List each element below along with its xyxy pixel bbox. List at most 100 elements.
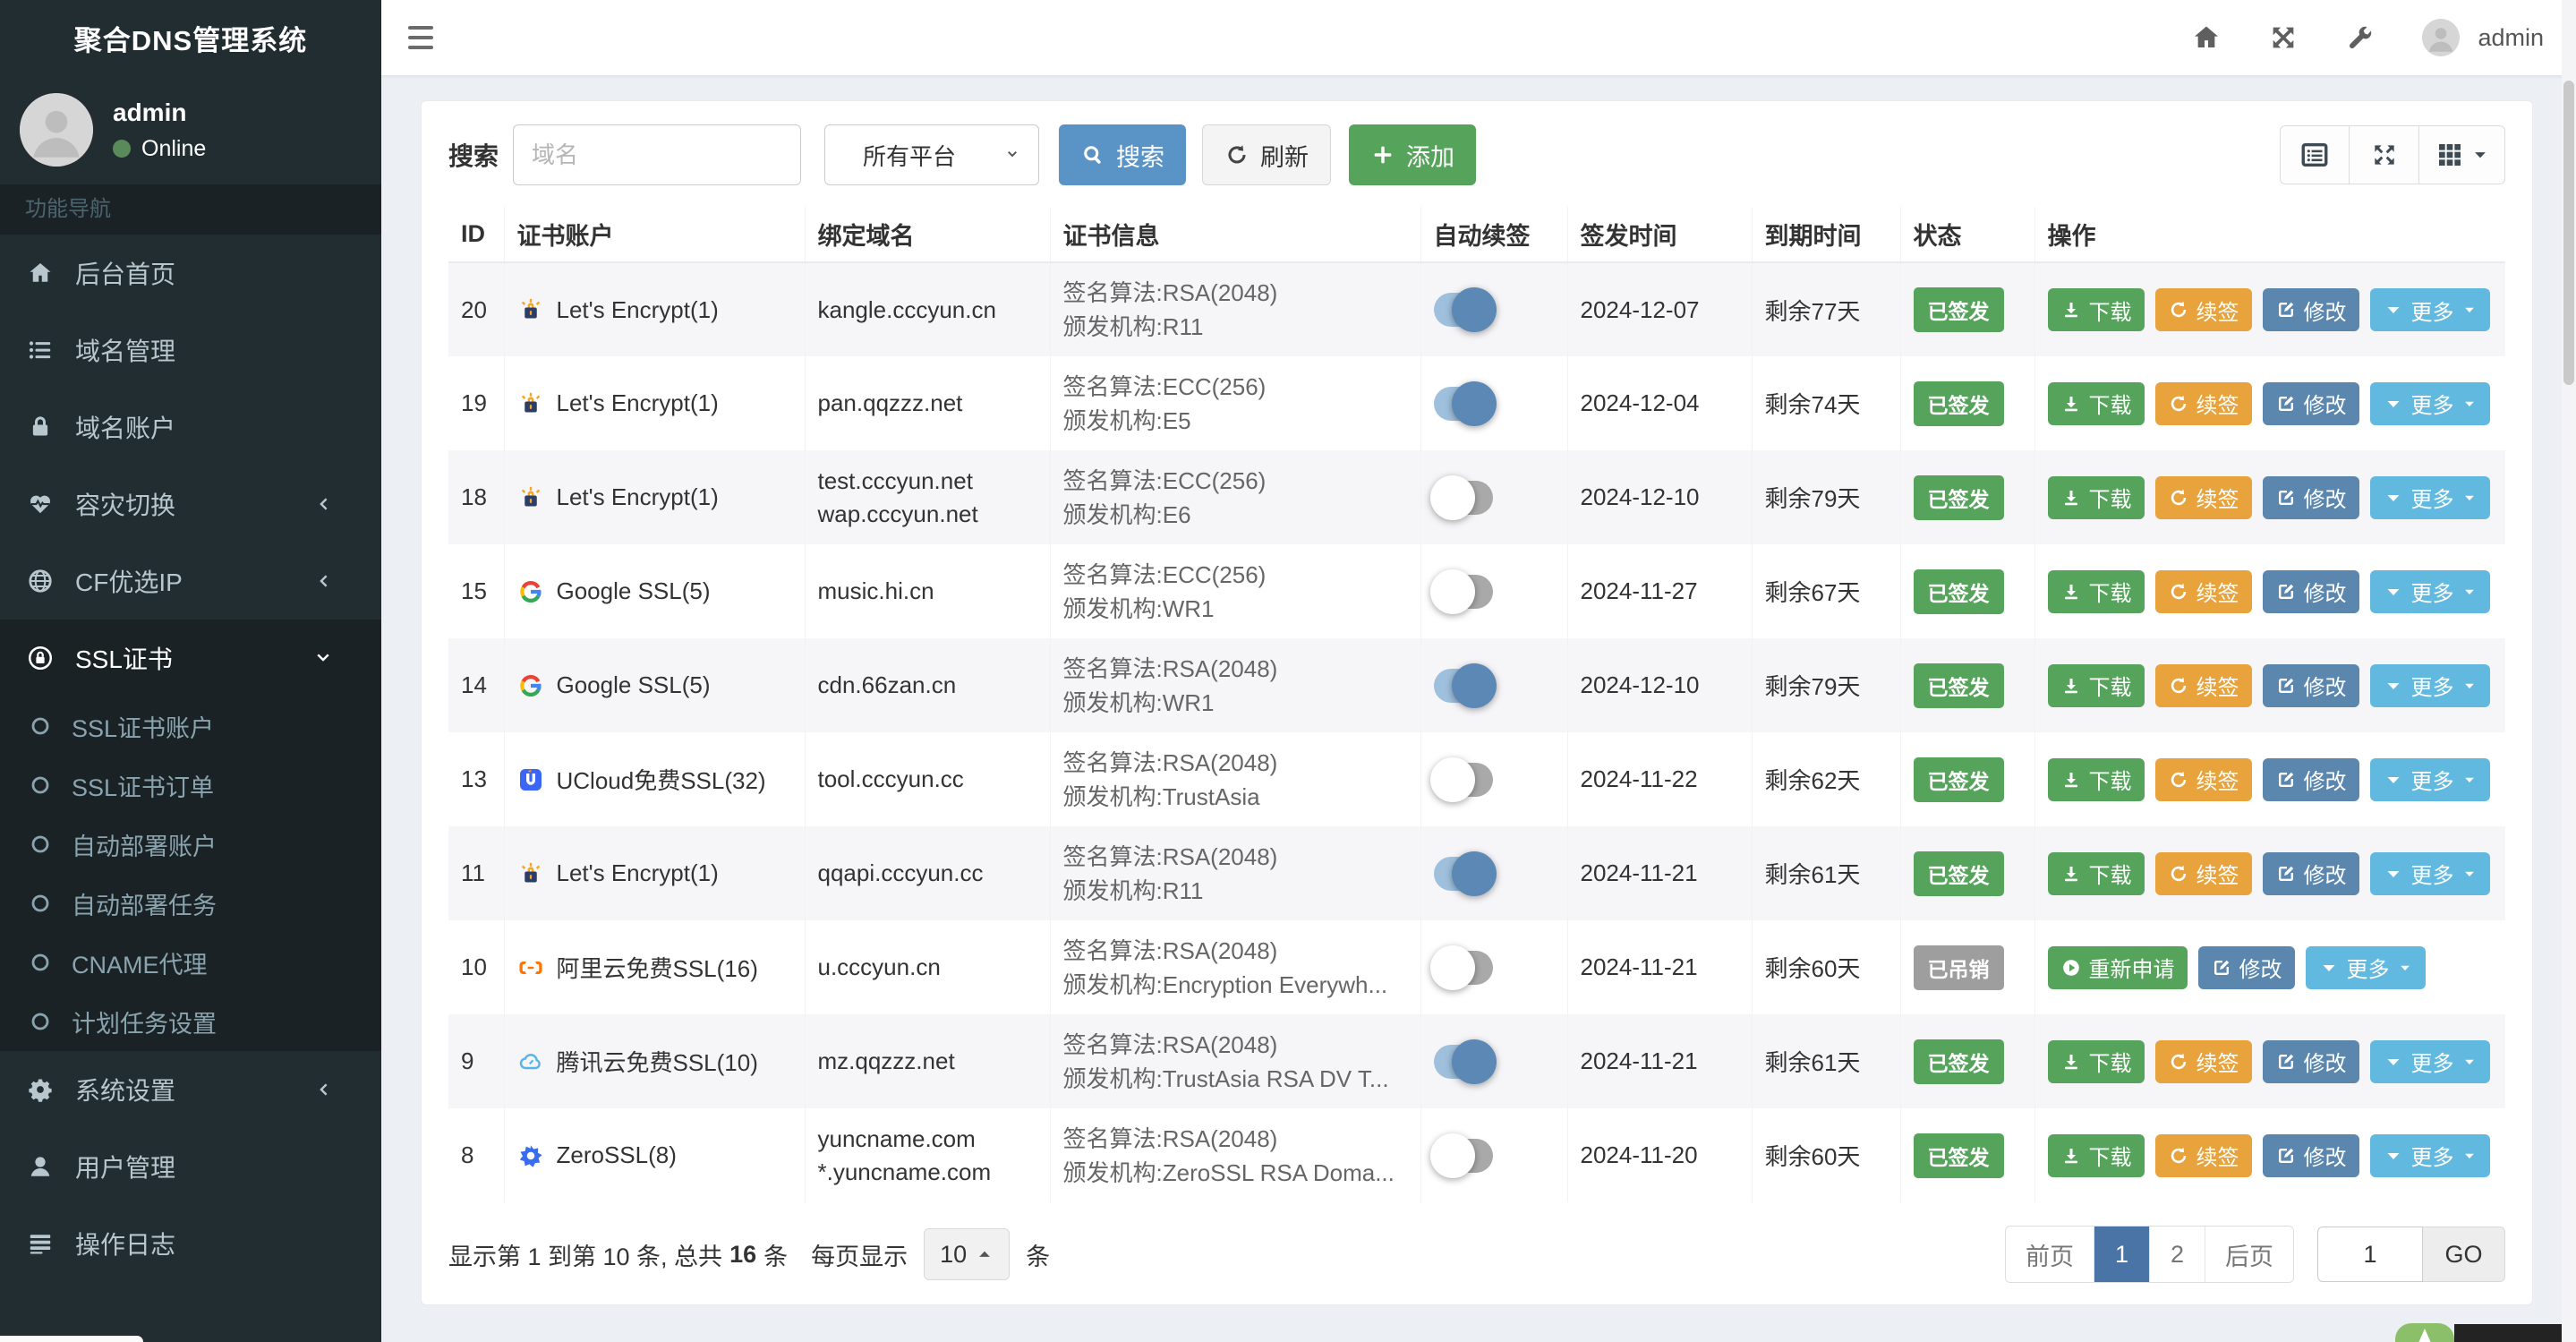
renew-button[interactable]: 续签 xyxy=(2154,569,2252,613)
download-button[interactable]: 下载 xyxy=(2047,569,2145,613)
sidebar-item-系统设置[interactable]: 系统设置 xyxy=(0,1051,381,1128)
account-label: ZeroSSL(8) xyxy=(556,1141,677,1168)
more-button[interactable]: 更多 xyxy=(2305,945,2426,989)
download-icon xyxy=(2060,581,2082,603)
renew-button[interactable]: 续签 xyxy=(2154,757,2252,801)
more-button[interactable]: 更多 xyxy=(2369,288,2490,331)
renew-button[interactable]: 续签 xyxy=(2154,475,2252,519)
page-button-后页[interactable]: 后页 xyxy=(2205,1227,2293,1282)
home-icon[interactable] xyxy=(2191,22,2222,53)
auto-renew-toggle[interactable] xyxy=(1433,287,1497,332)
edit-button[interactable]: 修改 xyxy=(2262,1133,2359,1177)
search-button[interactable]: 搜索 xyxy=(1059,124,1187,185)
scrollbar[interactable] xyxy=(2562,0,2576,1342)
download-button[interactable]: 下载 xyxy=(2047,757,2145,801)
cell-issued-date: 2024-12-10 xyxy=(1566,450,1752,544)
download-button[interactable]: 下载 xyxy=(2047,1039,2145,1083)
auto-renew-toggle[interactable] xyxy=(1433,662,1497,708)
auto-renew-toggle[interactable] xyxy=(1433,380,1497,426)
sidebar-subitem-自动部署任务[interactable]: 自动部署任务 xyxy=(0,874,381,933)
platform-select[interactable]: 所有平台 xyxy=(824,124,1040,185)
download-button[interactable]: 下载 xyxy=(2047,475,2145,519)
go-button[interactable]: GO xyxy=(2423,1227,2505,1282)
auto-renew-toggle[interactable] xyxy=(1433,1039,1497,1084)
cell-domains: cdn.66zan.cn xyxy=(804,638,1050,732)
more-button[interactable]: 更多 xyxy=(2369,1039,2490,1083)
wrench-icon[interactable] xyxy=(2345,22,2376,53)
more-button[interactable]: 更多 xyxy=(2369,851,2490,895)
more-button[interactable]: 更多 xyxy=(2369,475,2490,519)
status-badge: 已吊销 xyxy=(1913,945,2004,990)
scrollbar-thumb[interactable] xyxy=(2563,81,2574,385)
auto-renew-toggle[interactable] xyxy=(1429,756,1493,802)
sidebar-subitem-CNAME代理[interactable]: CNAME代理 xyxy=(0,933,381,992)
page-button-前页[interactable]: 前页 xyxy=(2006,1227,2094,1282)
download-button[interactable]: 下载 xyxy=(2047,1133,2145,1177)
sidebar-item-容灾切换[interactable]: 容灾切换 xyxy=(0,466,381,543)
more-button[interactable]: 更多 xyxy=(2369,757,2490,801)
auto-renew-toggle[interactable] xyxy=(1429,945,1493,990)
page-button-2[interactable]: 2 xyxy=(2149,1227,2205,1282)
renew-button[interactable]: 续签 xyxy=(2154,1039,2252,1083)
edit-button[interactable]: 修改 xyxy=(2262,569,2359,613)
more-button[interactable]: 更多 xyxy=(2369,1133,2490,1177)
fullscreen-icon[interactable] xyxy=(2268,22,2299,53)
renew-button[interactable]: 续签 xyxy=(2154,288,2252,331)
mascot-widget[interactable] xyxy=(2395,1323,2454,1342)
more-button[interactable]: 更多 xyxy=(2369,381,2490,425)
page-button-1[interactable]: 1 xyxy=(2094,1227,2149,1282)
renew-button[interactable]: 续签 xyxy=(2154,1133,2252,1177)
fullscreen-view-icon[interactable] xyxy=(2350,125,2419,184)
auto-renew-toggle[interactable] xyxy=(1433,851,1497,896)
table-footer: 显示第 1 到第 10 条, 总共 16 条 每页显示 10 条 前页 1 2 后页 xyxy=(448,1226,2505,1283)
edit-button[interactable]: 修改 xyxy=(2262,288,2359,331)
download-button[interactable]: 下载 xyxy=(2047,663,2145,707)
cell-domains: music.hi.cn xyxy=(804,544,1050,638)
edit-button[interactable]: 修改 xyxy=(2197,945,2295,989)
sidebar-subitem-SSL证书订单[interactable]: SSL证书订单 xyxy=(0,756,381,815)
sidebar-item-CF优选IP[interactable]: CF优选IP xyxy=(0,543,381,620)
sidebar-toggle-icon[interactable] xyxy=(408,17,449,58)
search-input[interactable] xyxy=(513,124,802,185)
sidebar-item-后台首页[interactable]: 后台首页 xyxy=(0,235,381,312)
renew-button[interactable]: 续签 xyxy=(2154,663,2252,707)
sidebar-item-域名账户[interactable]: 域名账户 xyxy=(0,389,381,466)
download-button[interactable]: 下载 xyxy=(2047,381,2145,425)
edit-button[interactable]: 修改 xyxy=(2262,381,2359,425)
download-button[interactable]: 下载 xyxy=(2047,288,2145,331)
user-menu[interactable]: admin xyxy=(2422,19,2544,56)
sidebar-subitem-label: CNAME代理 xyxy=(72,951,208,979)
sidebar-item-SSL证书[interactable]: SSL证书 xyxy=(0,620,381,697)
columns-view-icon[interactable] xyxy=(2419,125,2505,184)
edit-button[interactable]: 修改 xyxy=(2262,851,2359,895)
more-button[interactable]: 更多 xyxy=(2369,569,2490,613)
corner-dark-bar xyxy=(2454,1324,2576,1342)
sidebar-subitem-计划任务设置[interactable]: 计划任务设置 xyxy=(0,992,381,1051)
renew-button[interactable]: 续签 xyxy=(2154,851,2252,895)
add-button[interactable]: 添加 xyxy=(1349,124,1477,185)
sidebar-subitem-自动部署账户[interactable]: 自动部署账户 xyxy=(0,815,381,874)
edit-button[interactable]: 修改 xyxy=(2262,1039,2359,1083)
sidebar-item-用户管理[interactable]: 用户管理 xyxy=(0,1128,381,1205)
edit-button[interactable]: 修改 xyxy=(2262,663,2359,707)
table-row: 11 Let's Encrypt(1) qqapi.cccyun.cc 签名算法:RS… xyxy=(448,826,2505,920)
edit-button[interactable]: 修改 xyxy=(2262,475,2359,519)
toggle-knob xyxy=(1429,945,1475,990)
page-jump-input[interactable] xyxy=(2317,1227,2423,1282)
edit-button[interactable]: 修改 xyxy=(2262,757,2359,801)
sidebar-subitem-SSL证书账户[interactable]: SSL证书账户 xyxy=(0,697,381,756)
table-view-icon[interactable] xyxy=(2280,125,2350,184)
sidebar-item-操作日志[interactable]: 操作日志 xyxy=(0,1205,381,1282)
auto-renew-toggle[interactable] xyxy=(1429,568,1493,614)
more-button[interactable]: 更多 xyxy=(2369,663,2490,707)
sidebar-item-label: 系统设置 xyxy=(75,1077,176,1105)
auto-renew-toggle[interactable] xyxy=(1429,474,1493,520)
sidebar-item-域名管理[interactable]: 域名管理 xyxy=(0,312,381,389)
reapply-button[interactable]: 重新申请 xyxy=(2047,945,2188,989)
download-button[interactable]: 下载 xyxy=(2047,851,2145,895)
page-size-select[interactable]: 10 xyxy=(924,1228,1011,1280)
renew-button[interactable]: 续签 xyxy=(2154,381,2252,425)
refresh-button[interactable]: 刷新 xyxy=(1202,124,1332,185)
cell-expiry: 剩余79天 xyxy=(1751,450,1900,544)
auto-renew-toggle[interactable] xyxy=(1429,1133,1493,1178)
